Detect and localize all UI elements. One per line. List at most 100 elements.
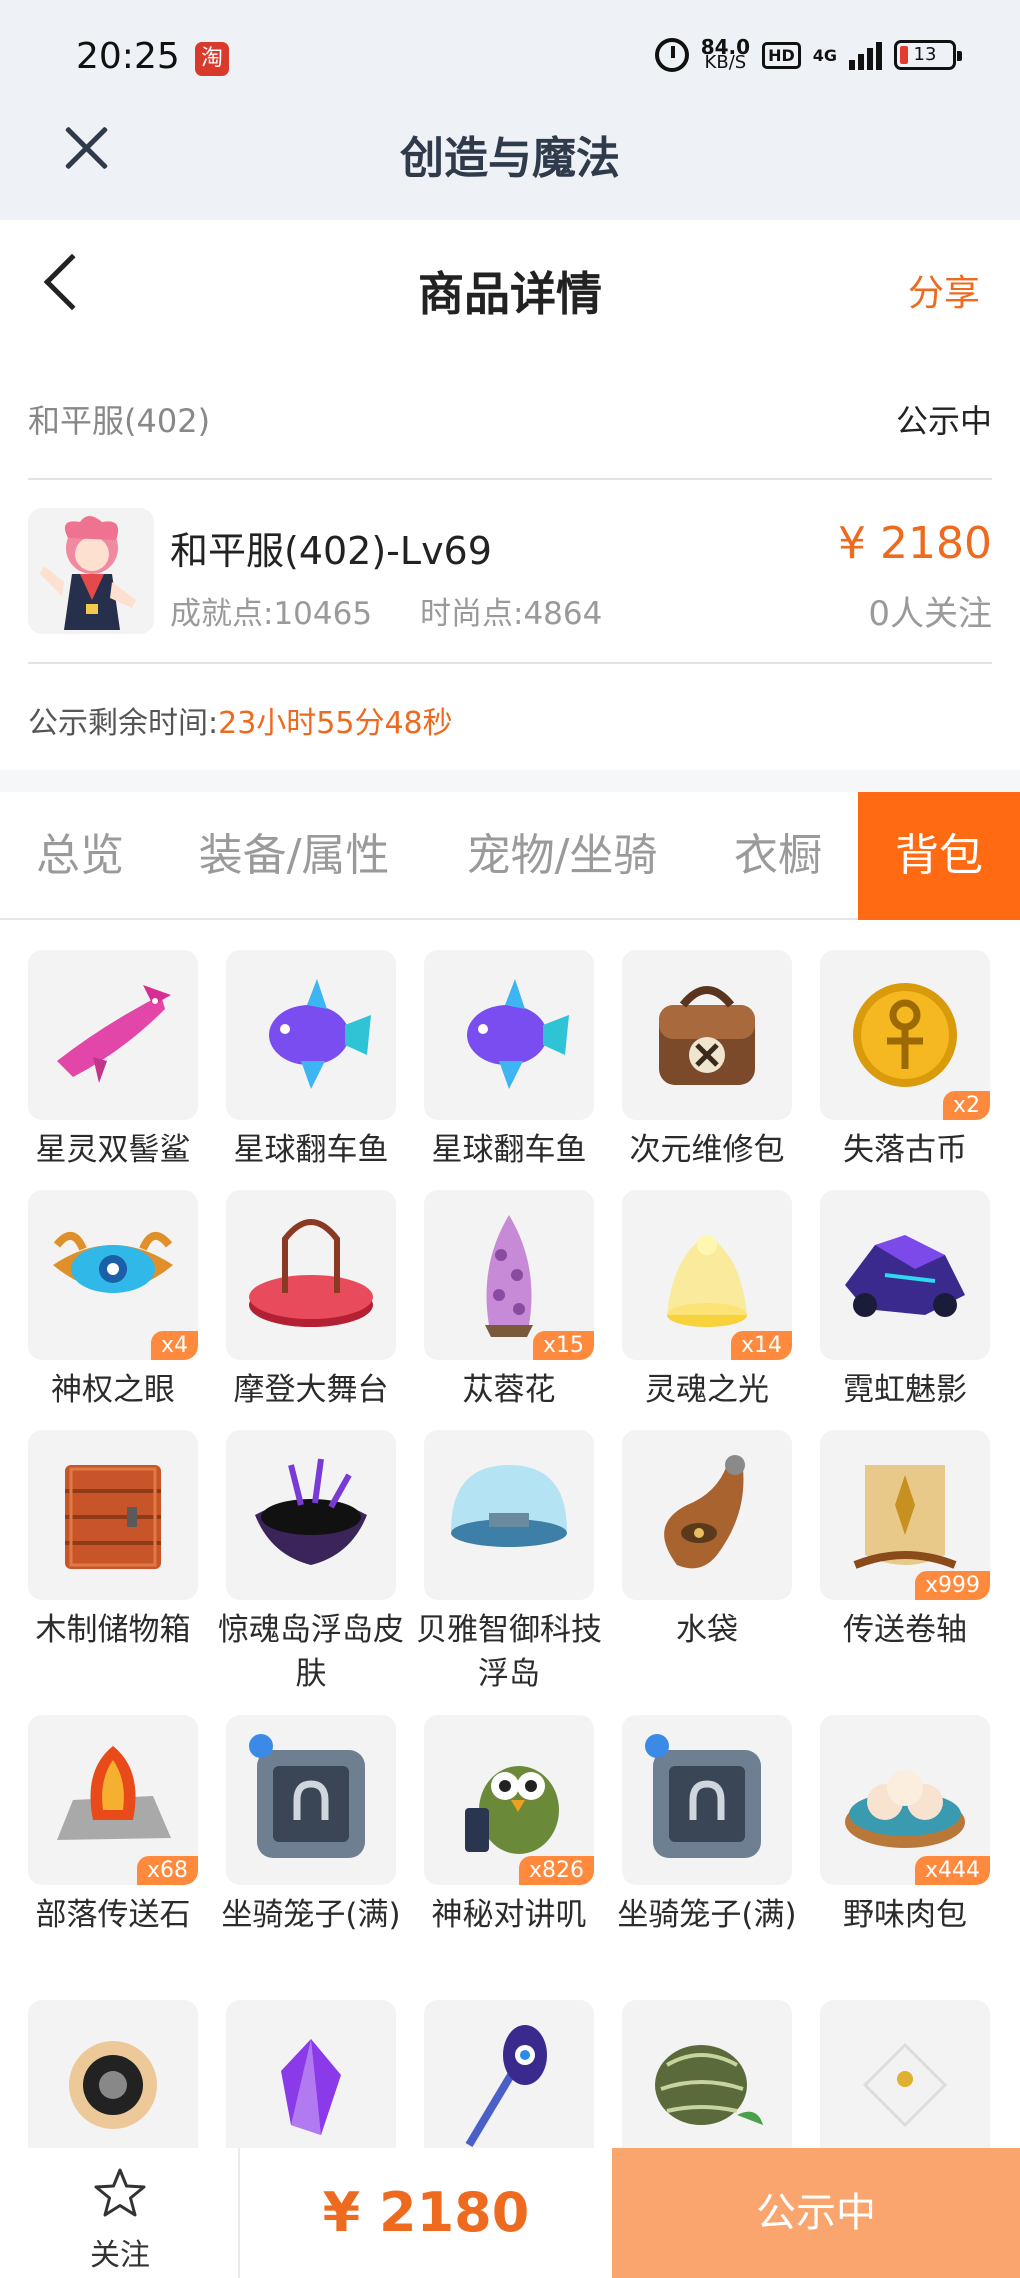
achievement-points: 成就点:10465 — [170, 596, 373, 632]
gold-coin-icon — [853, 983, 957, 1087]
item-count: x999 — [914, 1571, 990, 1600]
list-item[interactable] — [226, 2000, 396, 2150]
list-item[interactable] — [424, 2000, 594, 2150]
sunfish-icon — [467, 979, 569, 1089]
mount-cage-icon — [249, 1734, 365, 1858]
list-item[interactable]: 摩登大舞台 — [226, 1190, 396, 1412]
item-name: 摩登大舞台 — [233, 1372, 389, 1408]
star-icon — [94, 2168, 146, 2217]
list-item[interactable] — [622, 2000, 792, 2150]
list-item[interactable]: 木制储物箱 — [28, 1430, 198, 1652]
list-item[interactable]: 惊魂岛浮岛皮肤 — [218, 1430, 404, 1696]
list-item[interactable]: 星球翻车鱼 — [226, 950, 396, 1172]
server-row: 和平服(402) 公示中 — [28, 350, 992, 480]
list-item[interactable]: x4 神权之眼 — [28, 1190, 198, 1412]
dark-sun-icon — [69, 2041, 157, 2129]
list-item[interactable]: 贝雅智御科技浮岛 — [416, 1430, 602, 1696]
eye-staff-icon — [465, 2025, 547, 2148]
follow-button[interactable]: 关注 — [0, 2148, 240, 2278]
teleport-stone-icon — [57, 1746, 171, 1840]
product-name: 和平服(402)-Lv69 — [170, 529, 492, 573]
list-item[interactable]: 星球翻车鱼 — [424, 950, 594, 1172]
listing-status: 公示中 — [895, 402, 992, 440]
list-item[interactable]: 星灵双髻鲨 — [28, 950, 198, 1172]
sunfish-icon — [269, 979, 371, 1089]
item-count: x444 — [914, 1856, 990, 1885]
app-header: 创造与魔法 — [0, 100, 1020, 220]
network-type: 4G — [812, 45, 837, 65]
backpack-grid: 星灵双髻鲨 星球翻车鱼 星球翻车鱼 次元维修包 x2 失落古币 x4 神权之眼 … — [0, 920, 1020, 2150]
status-time: 20:25 — [76, 36, 180, 77]
tab-wardrobe[interactable]: 衣橱 — [700, 792, 856, 920]
water-bag-icon — [664, 1455, 745, 1569]
hd-icon: HD — [762, 41, 801, 69]
dark-island-icon — [255, 1458, 367, 1565]
bottom-action-bar: 关注 ¥ 2180 公示中 — [0, 2148, 1020, 2278]
list-item[interactable]: x2 失落古币 — [820, 950, 990, 1172]
item-count: x2 — [942, 1091, 990, 1120]
item-count: x68 — [136, 1856, 198, 1885]
item-name: 神权之眼 — [51, 1372, 175, 1408]
stage-icon — [249, 1219, 373, 1327]
section-divider — [0, 770, 1020, 792]
page-title: 商品详情 — [418, 267, 602, 321]
item-name: 灵魂之光 — [645, 1372, 769, 1408]
list-item[interactable] — [820, 2000, 990, 2150]
tab-backpack[interactable]: 背包 — [858, 792, 1020, 920]
item-name: 木制储物箱 — [35, 1612, 191, 1648]
countdown-value: 23小时55分48秒 — [218, 706, 453, 741]
list-item[interactable]: 坐骑笼子(满) — [221, 1715, 401, 1937]
list-item[interactable]: x15 苁蓉花 — [424, 1190, 594, 1412]
list-item[interactable]: 水袋 — [622, 1430, 792, 1652]
list-item[interactable] — [28, 2000, 198, 2150]
item-name: 星球翻车鱼 — [431, 1132, 587, 1168]
network-speed: 84.0 KB/S — [701, 37, 750, 72]
alarm-icon — [654, 38, 689, 72]
taobao-icon: 淘 — [195, 42, 229, 76]
item-name: 部落传送石 — [35, 1897, 191, 1933]
tab-pets-mounts[interactable]: 宠物/坐骑 — [444, 792, 680, 920]
item-name: 传送卷轴 — [843, 1612, 967, 1648]
share-button[interactable]: 分享 — [908, 264, 980, 316]
app-title: 创造与魔法 — [400, 133, 620, 184]
battery-level: 13 — [913, 44, 937, 65]
status-indicators: 84.0 KB/S HD 4G 13 — [654, 37, 962, 72]
product-summary: 和平服(402)-Lv69 成就点:10465 时尚点:4864 ¥ 2180 … — [28, 482, 992, 664]
hammerhead-shark-icon — [57, 985, 171, 1083]
page-header: 商品详情 分享 — [0, 220, 1020, 350]
battery-icon: 13 — [894, 40, 962, 70]
scroll-icon — [853, 1465, 957, 1569]
tab-equipment[interactable]: 装备/属性 — [178, 792, 410, 920]
tab-bar: 总览 装备/属性 宠物/坐骑 衣橱 背包 — [0, 792, 1020, 920]
tab-overview[interactable]: 总览 — [0, 792, 160, 920]
list-item[interactable]: x14 灵魂之光 — [622, 1190, 792, 1412]
publicity-button[interactable]: 公示中 — [612, 2148, 1020, 2278]
item-name: 神秘对讲叽 — [431, 1897, 587, 1933]
white-gem-icon — [862, 2042, 948, 2128]
list-item[interactable]: x444 野味肉包 — [820, 1715, 990, 1937]
mount-cage-icon — [645, 1734, 761, 1858]
product-price: ¥ 2180 — [838, 518, 992, 569]
meat-bun-icon — [845, 1770, 965, 1848]
item-name: 失落古币 — [843, 1132, 967, 1168]
wooden-chest-icon — [65, 1465, 161, 1569]
list-item[interactable]: 次元维修包 — [622, 950, 792, 1172]
list-item[interactable]: x999 传送卷轴 — [820, 1430, 990, 1652]
bottom-price: ¥ 2180 — [322, 2181, 530, 2244]
item-name: 坐骑笼子(满) — [221, 1897, 401, 1933]
item-count: x15 — [532, 1331, 594, 1360]
walkie-talkie-bird-icon — [465, 1766, 559, 1854]
item-name: 次元维修包 — [629, 1132, 785, 1168]
purple-crystal-icon — [281, 2039, 341, 2135]
avatar — [28, 508, 154, 634]
signal-icon — [849, 40, 882, 70]
list-item[interactable]: 坐骑笼子(满) — [617, 1715, 797, 1937]
item-name: 霓虹魅影 — [843, 1372, 967, 1408]
list-item[interactable]: x68 部落传送石 — [28, 1715, 198, 1937]
repair-bag-icon — [659, 986, 755, 1085]
list-item[interactable]: 霓虹魅影 — [820, 1190, 990, 1412]
follow-label: 关注 — [90, 2238, 150, 2273]
list-item[interactable]: x826 神秘对讲叽 — [424, 1715, 594, 1937]
follow-count: 0人关注 — [868, 594, 992, 634]
fashion-points: 时尚点:4864 — [420, 596, 603, 632]
